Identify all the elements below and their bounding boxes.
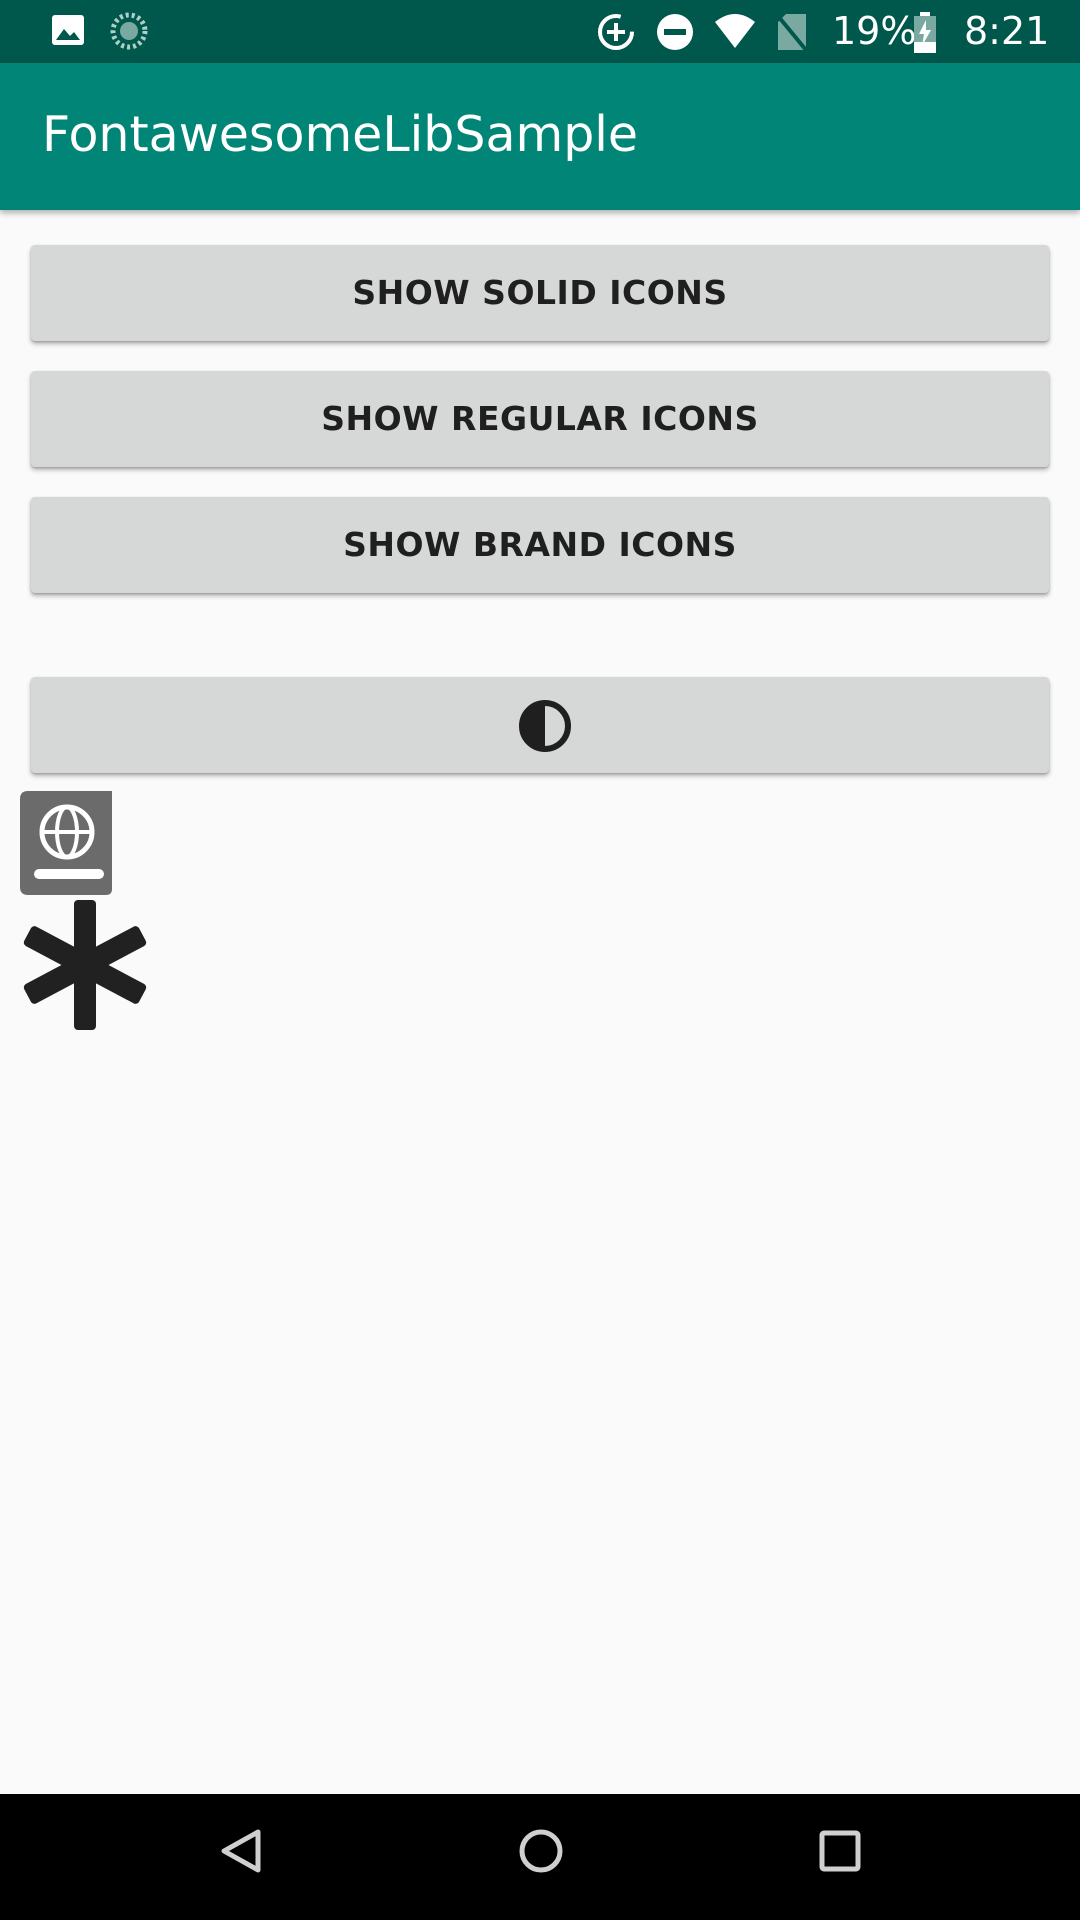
data-saver-icon <box>596 12 636 57</box>
app-title: FontawesomeLibSample <box>42 106 639 163</box>
battery-percent: 19% <box>832 9 917 53</box>
asterisk-icon <box>22 898 148 1037</box>
wifi-icon <box>713 12 757 55</box>
loading-spinner-icon <box>110 12 148 55</box>
image-icon <box>50 12 86 53</box>
battery-charging-icon <box>913 12 937 59</box>
adjust-icon <box>519 700 571 752</box>
no-sim-icon <box>776 12 808 57</box>
back-icon[interactable] <box>218 1826 264 1881</box>
app-bar: FontawesomeLibSample <box>0 63 1080 210</box>
recents-icon[interactable] <box>817 1826 863 1881</box>
atlas-book-icon <box>20 791 114 902</box>
status-time: 8:21 <box>964 9 1050 53</box>
status-bar: 19% 8:21 <box>0 0 1080 63</box>
do-not-disturb-icon <box>655 12 695 57</box>
show-regular-icons-button[interactable]: SHOW REGULAR ICONS <box>31 371 1049 467</box>
show-brand-icons-button[interactable]: SHOW BRAND ICONS <box>31 497 1049 593</box>
adjust-icon-button[interactable] <box>31 677 1049 773</box>
navigation-bar <box>0 1794 1080 1920</box>
home-icon[interactable] <box>518 1826 564 1881</box>
show-solid-icons-button[interactable]: SHOW SOLID ICONS <box>31 245 1049 341</box>
